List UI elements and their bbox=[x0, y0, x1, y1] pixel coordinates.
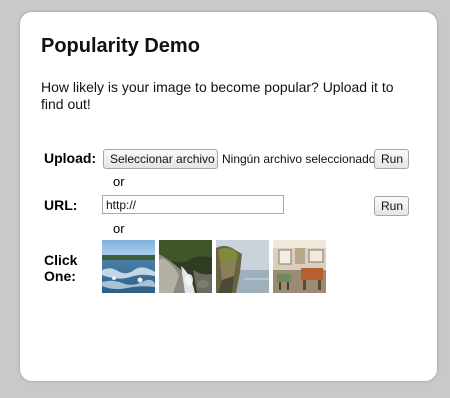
choose-file-button[interactable]: Seleccionar archivo bbox=[103, 149, 218, 169]
main-card: Popularity Demo How likely is your image… bbox=[20, 12, 437, 381]
click-one-label-line1: Click bbox=[44, 252, 78, 268]
url-label: URL: bbox=[44, 197, 78, 213]
sea-cliff-image[interactable] bbox=[216, 240, 269, 293]
river-rapids-image[interactable] bbox=[102, 240, 155, 293]
intro-text: How likely is your image to become popul… bbox=[41, 79, 394, 112]
click-one-label: Click One: bbox=[44, 252, 77, 284]
room-interior-image[interactable] bbox=[273, 240, 326, 293]
file-status-text: Ningún archivo seleccionado bbox=[222, 152, 376, 166]
or-separator: or bbox=[113, 174, 125, 189]
page-title: Popularity Demo bbox=[41, 35, 200, 57]
stream-rocks-image[interactable] bbox=[159, 240, 212, 293]
url-input[interactable] bbox=[102, 195, 284, 214]
url-run-button[interactable]: Run bbox=[374, 196, 409, 216]
or-separator: or bbox=[113, 221, 125, 236]
click-one-label-line2: One: bbox=[44, 268, 76, 284]
upload-label: Upload: bbox=[44, 150, 97, 166]
upload-run-button[interactable]: Run bbox=[374, 149, 409, 169]
